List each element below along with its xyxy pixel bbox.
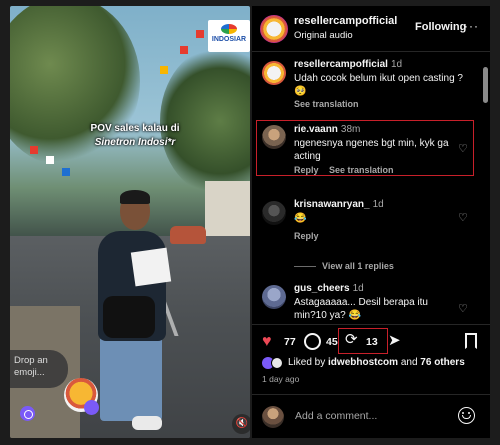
comment-item: gus_cheers 1d Astagaaaaa... Desil berapa … bbox=[260, 283, 482, 321]
channel-logo-text: INDOSIAR bbox=[211, 36, 247, 43]
comments-list: resellercampofficial 1d Udah cocok belum … bbox=[252, 53, 490, 321]
like-comment-icon[interactable]: ♡ bbox=[458, 143, 470, 155]
video-caption: POV sales kalau di Sinetron Indosi*r bbox=[80, 122, 190, 150]
comment-time: 1d bbox=[372, 199, 384, 210]
commenter-avatar[interactable] bbox=[262, 61, 286, 85]
reply-link[interactable]: Reply bbox=[294, 165, 319, 175]
repost-icon[interactable]: ⟳ bbox=[345, 332, 358, 348]
current-user-avatar bbox=[262, 406, 284, 428]
channel-logo-ring bbox=[221, 24, 237, 34]
comment-time: 1d bbox=[390, 59, 403, 70]
caption-line-2: Sinetron Indosi*r bbox=[94, 137, 176, 148]
channel-logo: INDOSIAR bbox=[208, 20, 250, 52]
person-legs bbox=[100, 336, 162, 421]
comment-text: Udah cocok belum ikut open casting ? 🥺 bbox=[294, 73, 463, 97]
liked-by-text: Liked by idwebhostcom and 76 others bbox=[288, 357, 465, 368]
mute-icon[interactable]: 🔇 bbox=[232, 414, 250, 434]
comment-username[interactable]: rie.vaann bbox=[294, 124, 338, 135]
liked-by-row: Liked by idwebhostcom and 76 others bbox=[262, 356, 487, 372]
post-timestamp: 1 day ago bbox=[262, 374, 300, 384]
see-translation-link[interactable]: See translation bbox=[294, 99, 359, 109]
like-comment-icon[interactable]: ♡ bbox=[458, 303, 470, 315]
post-actions-bar: ♥ 77 45 ⟳ 13 ➤ bbox=[252, 324, 490, 360]
comment-header: rie.vaann 38m bbox=[294, 124, 360, 135]
comments-scrollbar[interactable] bbox=[483, 67, 488, 103]
parked-car bbox=[170, 226, 206, 244]
commenter-avatar[interactable] bbox=[262, 125, 286, 149]
comment-username[interactable]: gus_cheers bbox=[294, 283, 350, 294]
reply-link[interactable]: Reply bbox=[294, 231, 319, 241]
paper-sheet bbox=[130, 247, 172, 287]
comment-time: 1d bbox=[352, 283, 364, 294]
comment-actions: Reply See translation bbox=[294, 165, 394, 175]
commenter-avatar[interactable] bbox=[262, 285, 286, 309]
person-shoe bbox=[132, 416, 162, 430]
emoji-picker-icon[interactable] bbox=[458, 407, 475, 424]
tree-foliage bbox=[160, 46, 250, 196]
save-bookmark-icon[interactable] bbox=[465, 333, 477, 349]
share-send-icon[interactable]: ➤ bbox=[388, 333, 401, 349]
comment-item: resellercampofficial 1d Udah cocok belum … bbox=[260, 59, 482, 111]
emoji-badge-icon bbox=[84, 400, 99, 415]
bunting-flag bbox=[180, 46, 188, 54]
comment-bubble-icon[interactable] bbox=[304, 333, 321, 350]
comment-header: resellercampofficial 1d bbox=[294, 59, 402, 70]
comment-count: 45 bbox=[326, 336, 338, 348]
bunting-flag bbox=[196, 30, 204, 38]
comment-item-highlighted: rie.vaann 38m ngenesnya ngenes bgt min, k… bbox=[256, 120, 474, 176]
bunting-flag bbox=[62, 168, 70, 176]
person-hair bbox=[120, 190, 150, 204]
comment-header: krisnawanryan_ 1d bbox=[294, 199, 384, 210]
add-comment-input[interactable]: Add a comment... bbox=[295, 410, 377, 422]
comment-header: gus_cheers 1d bbox=[294, 283, 364, 294]
drop-emoji-prompt[interactable]: Drop an emoji... bbox=[10, 350, 68, 388]
caption-line-1: POV sales kalau di bbox=[90, 123, 180, 134]
more-options-icon[interactable]: ··· bbox=[464, 19, 479, 33]
repost-count: 13 bbox=[366, 336, 378, 348]
comment-item: krisnawanryan_ 1d 😂 Reply ♡ bbox=[260, 199, 482, 249]
liked-by-others[interactable]: 76 others bbox=[420, 357, 464, 368]
like-comment-icon[interactable]: ♡ bbox=[458, 212, 470, 224]
liker-avatar[interactable] bbox=[271, 357, 283, 369]
liked-by-prefix: Liked by bbox=[288, 357, 326, 368]
like-count: 77 bbox=[284, 336, 296, 348]
shoulder-bag bbox=[103, 296, 155, 338]
following-button[interactable]: Following bbox=[415, 21, 466, 33]
add-comment-bar: Add a comment... bbox=[252, 394, 490, 438]
author-username[interactable]: resellercampofficial bbox=[294, 15, 397, 27]
post-header: resellercampofficial Original audio Foll… bbox=[252, 6, 490, 52]
video-player[interactable]: POV sales kalau di Sinetron Indosi*r IND… bbox=[10, 6, 250, 438]
bunting-flag bbox=[160, 66, 168, 74]
post-details-panel: resellercampofficial Original audio Foll… bbox=[252, 6, 490, 438]
comment-time: 38m bbox=[340, 124, 361, 135]
commenter-avatar[interactable] bbox=[262, 201, 286, 225]
author-avatar[interactable] bbox=[260, 15, 288, 43]
emoji-reaction-icon[interactable] bbox=[20, 406, 35, 421]
comment-text: Astagaaaaa... Desil berapa itu min?10 ya… bbox=[294, 297, 428, 321]
bunting-flag bbox=[30, 146, 38, 154]
comment-text: 😂 bbox=[294, 213, 307, 224]
liked-by-conjunction: and bbox=[400, 357, 418, 368]
audio-label[interactable]: Original audio bbox=[294, 30, 353, 41]
view-replies-link[interactable]: View all 1 replies bbox=[294, 261, 394, 271]
see-translation-link[interactable]: See translation bbox=[329, 165, 394, 175]
comment-username[interactable]: resellercampofficial bbox=[294, 59, 388, 70]
comment-text: ngenesnya ngenes bgt min, kyk ga acting bbox=[294, 138, 449, 162]
bunting-flag bbox=[46, 156, 54, 164]
like-heart-icon[interactable]: ♥ bbox=[262, 334, 272, 350]
liked-by-user[interactable]: idwebhostcom bbox=[328, 357, 398, 368]
comment-username[interactable]: krisnawanryan_ bbox=[294, 199, 370, 210]
